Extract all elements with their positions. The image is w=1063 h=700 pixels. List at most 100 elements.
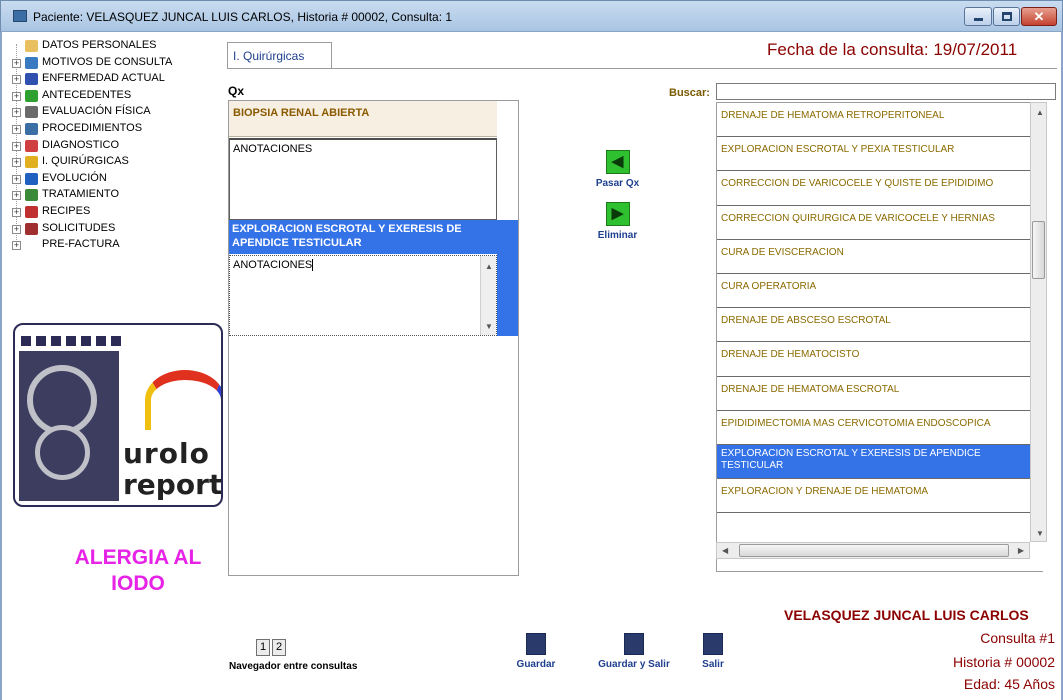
scroll-down-icon[interactable]: ▼	[485, 322, 493, 331]
expand-icon[interactable]: +	[12, 75, 21, 85]
list-item[interactable]: DRENAJE DE HEMATOMA ESCROTAL	[717, 377, 1043, 411]
qx-notes-field[interactable]: ANOTACIONES	[229, 138, 497, 220]
pasar-qx-button[interactable]: ◀ Pasar Qx	[590, 150, 645, 196]
close-button[interactable]: ✕	[1021, 7, 1057, 26]
list-item-selected[interactable]: EXPLORACION ESCROTAL Y EXERESIS DE APEND…	[717, 444, 1043, 480]
tree-item[interactable]: + EVOLUCIÓN	[12, 171, 222, 188]
notes-scrollbar[interactable]: ▲ ▼	[480, 256, 496, 335]
maximize-icon	[1002, 12, 1012, 21]
tree-item-label: SOLICITUDES	[42, 221, 116, 234]
tree-item-label: RECIPES	[42, 204, 91, 217]
tree-item[interactable]: + I. QUIRÚRGICAS	[12, 154, 222, 171]
tree-item[interactable]: + ENFERMEDAD ACTUAL	[12, 71, 222, 88]
list-horizontal-scrollbar[interactable]: ◀ ▶	[716, 542, 1030, 559]
list-vertical-scrollbar[interactable]: ▲ ▼	[1030, 102, 1047, 542]
tree-item[interactable]: + PROCEDIMIENTOS	[12, 121, 222, 138]
history-number: Historia # 00002	[953, 654, 1055, 670]
consulta-1-button[interactable]: 1	[256, 639, 270, 656]
list-item[interactable]: CORRECCION QUIRURGICA DE VARICOCELE Y HE…	[717, 206, 1043, 240]
consultation-date: Fecha de la consulta: 19/07/2011	[767, 40, 1018, 59]
tree-item[interactable]: DATOS PERSONALES	[12, 38, 222, 55]
scroll-thumb[interactable]	[1032, 221, 1045, 279]
expand-icon[interactable]: +	[12, 141, 21, 151]
list-item[interactable]: EPIDIDIMECTOMIA MAS CERVICOTOMIA ENDOSCO…	[717, 411, 1043, 445]
expand-icon[interactable]: +	[12, 91, 21, 101]
qx-label: Qx	[228, 84, 245, 98]
tree-item[interactable]: + DIAGNOSTICO	[12, 138, 222, 155]
list-item[interactable]: DRENAJE DE HEMATOCISTO	[717, 342, 1043, 377]
expand-icon[interactable]: +	[12, 124, 21, 134]
bolt-icon	[25, 156, 38, 169]
save-exit-icon	[624, 633, 644, 655]
person-icon	[25, 189, 38, 202]
list-item[interactable]: EXPLORACION ESCROTAL Y PEXIA TESTICULAR	[717, 137, 1043, 172]
tree-item-label: PRE-FACTURA	[42, 238, 120, 251]
minimize-icon	[974, 18, 983, 21]
qx-item-title[interactable]: BIOPSIA RENAL ABIERTA	[229, 101, 497, 137]
app-icon	[13, 10, 27, 22]
consultation-navigator: 12	[256, 637, 288, 656]
tree-item[interactable]: + EVALUACIÓN FÍSICA	[12, 104, 222, 121]
save-icon	[526, 633, 546, 655]
tab-quirurgicas[interactable]: I. Quirúrgicas	[227, 42, 332, 68]
patient-name: VELASQUEZ JUNCAL LUIS CARLOS	[784, 607, 1029, 623]
scroll-left-icon[interactable]: ◀	[722, 546, 728, 555]
monitor-icon	[25, 122, 38, 135]
list-item[interactable]: CURA OPERATORIA	[717, 274, 1043, 309]
list-item[interactable]: CORRECCION DE VARICOCELE Y QUISTE DE EPI…	[717, 171, 1043, 206]
tree-item[interactable]: + RECIPES	[12, 204, 222, 221]
salir-button[interactable]: Salir	[690, 633, 736, 670]
scroll-down-icon[interactable]: ▼	[1036, 529, 1044, 538]
bars-icon	[25, 73, 38, 86]
expand-icon[interactable]: +	[12, 207, 21, 217]
arrow-icon	[25, 139, 38, 152]
selection-highlight	[497, 220, 518, 336]
tree-item-label: I. QUIRÚRGICAS	[42, 155, 129, 168]
expand-icon[interactable]: +	[12, 224, 21, 234]
window-title: Paciente: VELASQUEZ JUNCAL LUIS CARLOS, …	[33, 10, 453, 24]
tree-item[interactable]: + TRATAMIENTO	[12, 187, 222, 204]
guardar-button[interactable]: Guardar	[510, 633, 562, 670]
list-item[interactable]: CURA DE EVISCERACION	[717, 240, 1043, 274]
expand-icon[interactable]: +	[12, 191, 21, 201]
search-input[interactable]	[716, 83, 1056, 100]
list-item[interactable]: DRENAJE DE ABSCESO ESCROTAL	[717, 308, 1043, 343]
minimize-button[interactable]	[964, 7, 992, 26]
qx-item-title-selected[interactable]: EXPLORACION ESCROTAL Y EXERESIS DE APEND…	[229, 220, 497, 254]
expand-icon[interactable]: +	[12, 108, 21, 118]
expand-icon[interactable]: +	[12, 241, 21, 251]
expand-icon[interactable]: +	[12, 174, 21, 184]
list-item[interactable]: EXPLORACION Y DRENAJE DE HEMATOMA	[717, 479, 1043, 514]
navigation-tree: DATOS PERSONALES + MOTIVOS DE CONSULTA + ENF…	[12, 38, 222, 254]
guardar-y-salir-button[interactable]: Guardar y Salir	[586, 633, 682, 670]
qx-notes-field[interactable]: ANOTACIONES ▲ ▼	[229, 255, 497, 336]
logo-text-line1: urolo	[123, 437, 210, 470]
tree-item[interactable]: + SOLICITUDES	[12, 221, 222, 238]
tree-item[interactable]: + ANTECEDENTES	[12, 88, 222, 105]
move-left-icon: ◀	[605, 150, 630, 174]
form-icon	[25, 222, 38, 235]
expand-icon[interactable]: +	[12, 158, 21, 168]
apple-icon	[25, 89, 38, 102]
folder-icon	[25, 40, 38, 52]
film-reel-icon	[35, 425, 90, 480]
tree-item-label: TRATAMIENTO	[42, 188, 119, 201]
list-item[interactable]: DRENAJE DE HEMATOMA RETROPERITONEAL	[717, 103, 1043, 138]
tree-item[interactable]: + PRE-FACTURA	[12, 237, 222, 254]
eliminar-button[interactable]: ▶ Eliminar	[590, 202, 645, 248]
scroll-up-icon[interactable]: ▲	[1036, 108, 1044, 117]
expand-icon[interactable]: +	[12, 58, 21, 68]
tree-item-label: ANTECEDENTES	[42, 88, 132, 101]
scale-icon	[25, 106, 38, 119]
maximize-button[interactable]	[993, 7, 1020, 26]
navigator-label: Navegador entre consultas	[229, 661, 358, 672]
consulta-2-button[interactable]: 2	[272, 639, 286, 656]
rainbow-arc-icon	[145, 370, 221, 430]
scroll-thumb[interactable]	[739, 544, 1009, 557]
tree-item-label: DIAGNOSTICO	[42, 138, 120, 151]
scroll-up-icon[interactable]: ▲	[485, 262, 493, 271]
tree-item[interactable]: + MOTIVOS DE CONSULTA	[12, 55, 222, 72]
logo-text-line2: report	[123, 468, 223, 501]
scroll-right-icon[interactable]: ▶	[1018, 546, 1024, 555]
close-icon: ✕	[1033, 9, 1045, 24]
